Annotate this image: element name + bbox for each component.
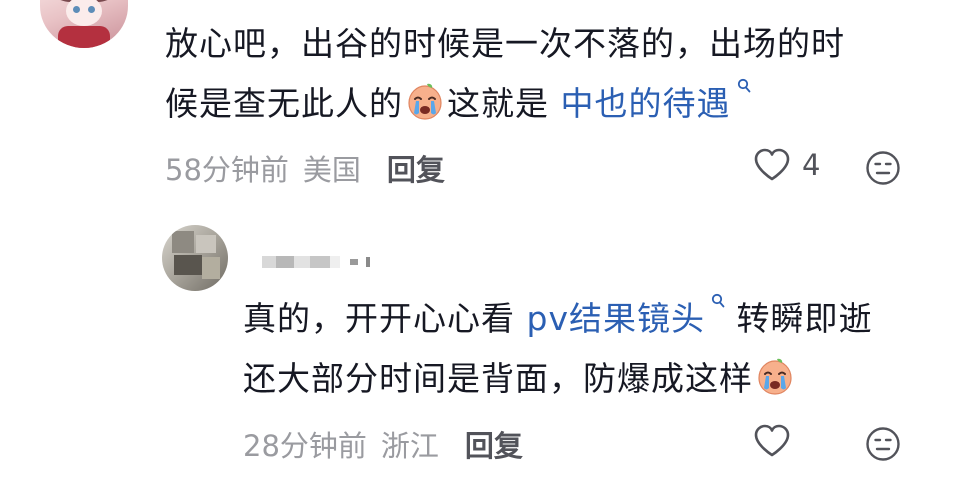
comment-line: 真的，开开心心看 pv结果镜头 转瞬即逝	[243, 289, 872, 349]
crying-emoji-icon	[408, 83, 442, 120]
search-icon[interactable]	[711, 293, 725, 309]
reply-button[interactable]: 回复	[387, 147, 445, 189]
avatar[interactable]	[40, 0, 128, 48]
like-button[interactable]	[752, 422, 802, 460]
search-icon[interactable]	[737, 78, 751, 94]
heart-icon[interactable]	[752, 422, 792, 460]
comment-line: 候是查无此人的 这就是 中也的待遇	[165, 74, 845, 134]
search-link[interactable]: 中也的待遇	[561, 84, 731, 123]
comment-text: 真的，开开心心看 pv结果镜头 转瞬即逝 还大部分时间是背面，防爆成这样	[243, 289, 872, 409]
like-button[interactable]: 4	[752, 146, 820, 184]
avatar[interactable]	[162, 225, 228, 291]
username-redacted[interactable]	[262, 251, 382, 273]
comment-text: 放心吧，出谷的时候是一次不落的，出场的时 候是查无此人的 这就是 中也的待遇	[165, 14, 845, 134]
comment-time: 28分钟前	[243, 429, 367, 463]
comment-location: 浙江	[380, 429, 439, 463]
comment-time: 58分钟前	[165, 153, 289, 187]
dislike-face-icon[interactable]	[865, 426, 901, 462]
comment-meta: 58分钟前 美国 回复	[165, 147, 445, 189]
avatar-face	[66, 0, 102, 26]
comment-line: 放心吧，出谷的时候是一次不落的，出场的时	[165, 24, 845, 63]
comment-meta: 28分钟前 浙江 回复	[243, 423, 523, 465]
comment-location: 美国	[302, 153, 361, 187]
comment-line: 还大部分时间是背面，防爆成这样	[243, 349, 872, 409]
reply-button[interactable]: 回复	[465, 423, 523, 465]
heart-icon[interactable]	[752, 146, 792, 184]
search-link[interactable]: pv结果镜头	[527, 299, 705, 338]
crying-emoji-icon	[758, 358, 792, 395]
dislike-face-icon[interactable]	[865, 150, 901, 186]
like-count: 4	[802, 148, 821, 182]
